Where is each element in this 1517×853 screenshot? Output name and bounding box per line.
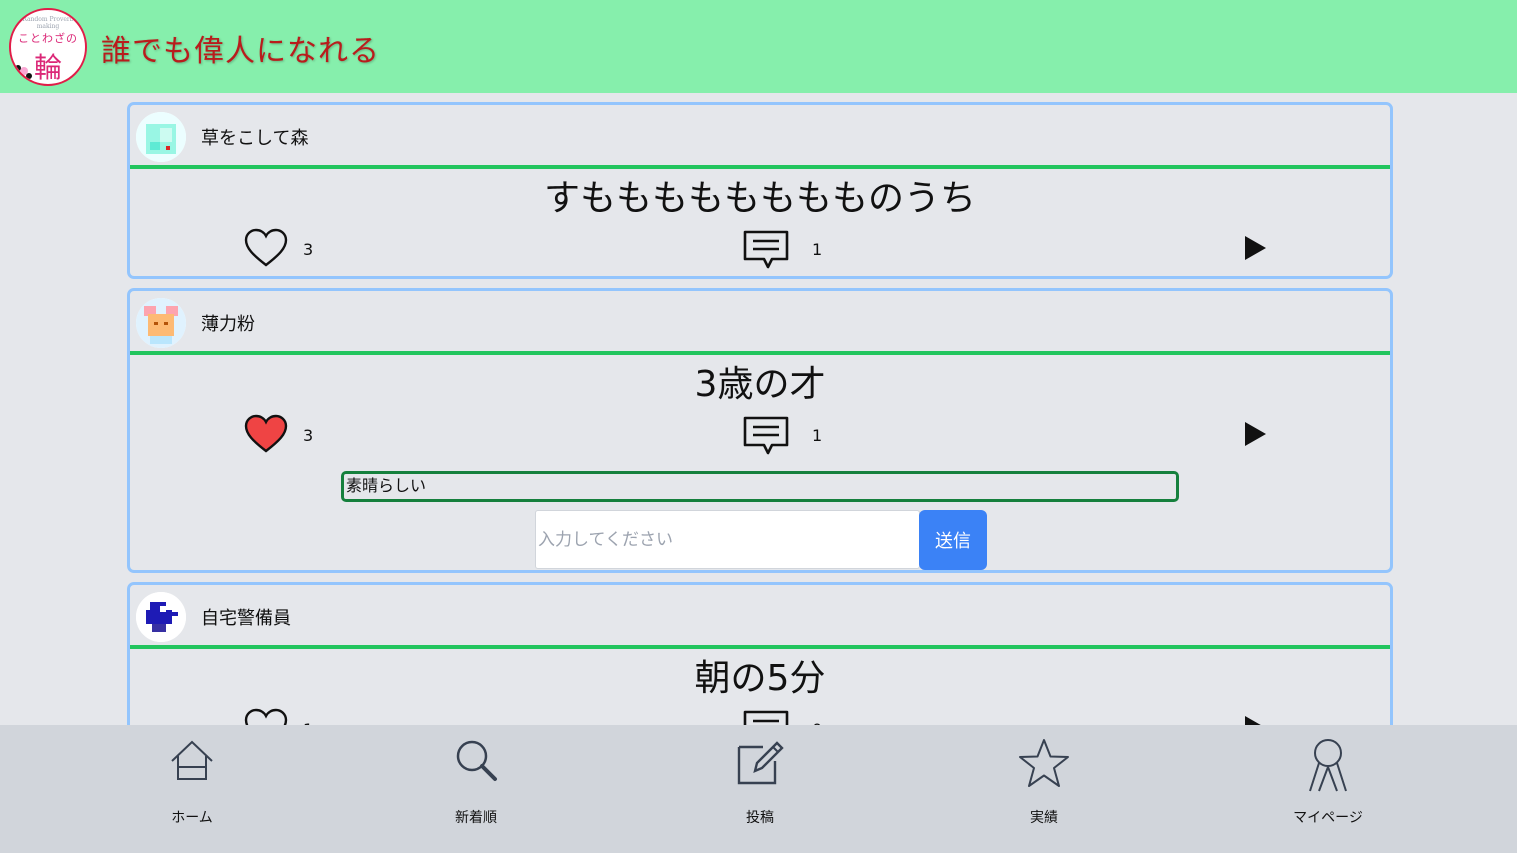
nav-item-home[interactable]: ホーム xyxy=(92,725,292,853)
heart-icon[interactable] xyxy=(243,227,289,269)
play-icon[interactable] xyxy=(1242,421,1268,447)
username[interactable]: 自宅警備員 xyxy=(201,604,291,630)
post-card: 草をこして森 すもももももももものうち 3 1 xyxy=(127,102,1393,279)
nav-label: 実績 xyxy=(1030,810,1058,826)
post-actions: 3 1 xyxy=(130,413,1390,467)
home-icon xyxy=(171,740,213,780)
user-avatar[interactable] xyxy=(136,112,186,162)
comment-item: 素晴らしい xyxy=(341,471,1179,502)
app-title: 誰でも偉人になれる xyxy=(101,34,380,69)
search-icon xyxy=(456,740,497,781)
comment-icon[interactable] xyxy=(742,415,790,457)
pixel-avatar-icon xyxy=(136,592,186,642)
like-count: 3 xyxy=(303,240,314,259)
pixel-avatar-icon xyxy=(136,298,186,348)
app-header: Random Proverb making ことわざの 輪 誰でも偉人になれる xyxy=(0,0,1517,93)
post-header: 薄力粉 xyxy=(130,291,1390,355)
comment-count: 1 xyxy=(812,426,823,445)
username[interactable]: 薄力粉 xyxy=(201,310,255,336)
play-icon[interactable] xyxy=(1242,235,1268,261)
logo-top-text: ことわざの xyxy=(18,32,78,45)
flower-icon xyxy=(15,65,32,79)
comment-input[interactable] xyxy=(535,510,920,569)
nav-label: 新着順 xyxy=(455,810,497,826)
proverb-text: 3歳の才 xyxy=(694,364,826,405)
user-icon xyxy=(1309,739,1347,792)
send-button[interactable]: 送信 xyxy=(919,510,987,570)
nav-label: マイページ xyxy=(1293,810,1363,826)
user-avatar[interactable] xyxy=(136,298,186,348)
pixel-avatar-icon xyxy=(136,112,186,162)
app-logo[interactable]: Random Proverb making ことわざの 輪 xyxy=(9,8,87,86)
user-avatar[interactable] xyxy=(136,592,186,642)
post-actions: 3 1 xyxy=(130,227,1390,276)
nav-item-mypage[interactable]: マイページ xyxy=(1228,725,1428,853)
comment-count: 1 xyxy=(812,240,823,259)
comment-icon[interactable] xyxy=(742,229,790,271)
proverb-text: すもももももももものうち xyxy=(543,178,976,219)
post-header: 自宅警備員 xyxy=(130,585,1390,649)
username[interactable]: 草をこして森 xyxy=(201,124,308,150)
nav-item-achievements[interactable]: 実績 xyxy=(944,725,1144,853)
bottom-nav: ホーム 新着順 投稿 実績 マイページ xyxy=(0,725,1517,853)
post-header: 草をこして森 xyxy=(130,105,1390,169)
nav-item-post[interactable]: 投稿 xyxy=(660,725,860,853)
logo-arc-text: Random Proverb making xyxy=(22,16,74,30)
heart-icon[interactable] xyxy=(243,413,289,455)
nav-label: 投稿 xyxy=(746,810,774,826)
nav-item-new[interactable]: 新着順 xyxy=(376,725,576,853)
proverb-text: 朝の5分 xyxy=(694,658,826,699)
post-card: 薄力粉 3歳の才 3 1 素晴らしい 送信 xyxy=(127,288,1393,573)
like-count: 3 xyxy=(303,426,314,445)
post-card: 自宅警備員 朝の5分 1 0 xyxy=(127,582,1393,742)
star-icon xyxy=(1019,739,1069,787)
nav-label: ホーム xyxy=(171,810,213,826)
edit-icon xyxy=(737,741,784,785)
